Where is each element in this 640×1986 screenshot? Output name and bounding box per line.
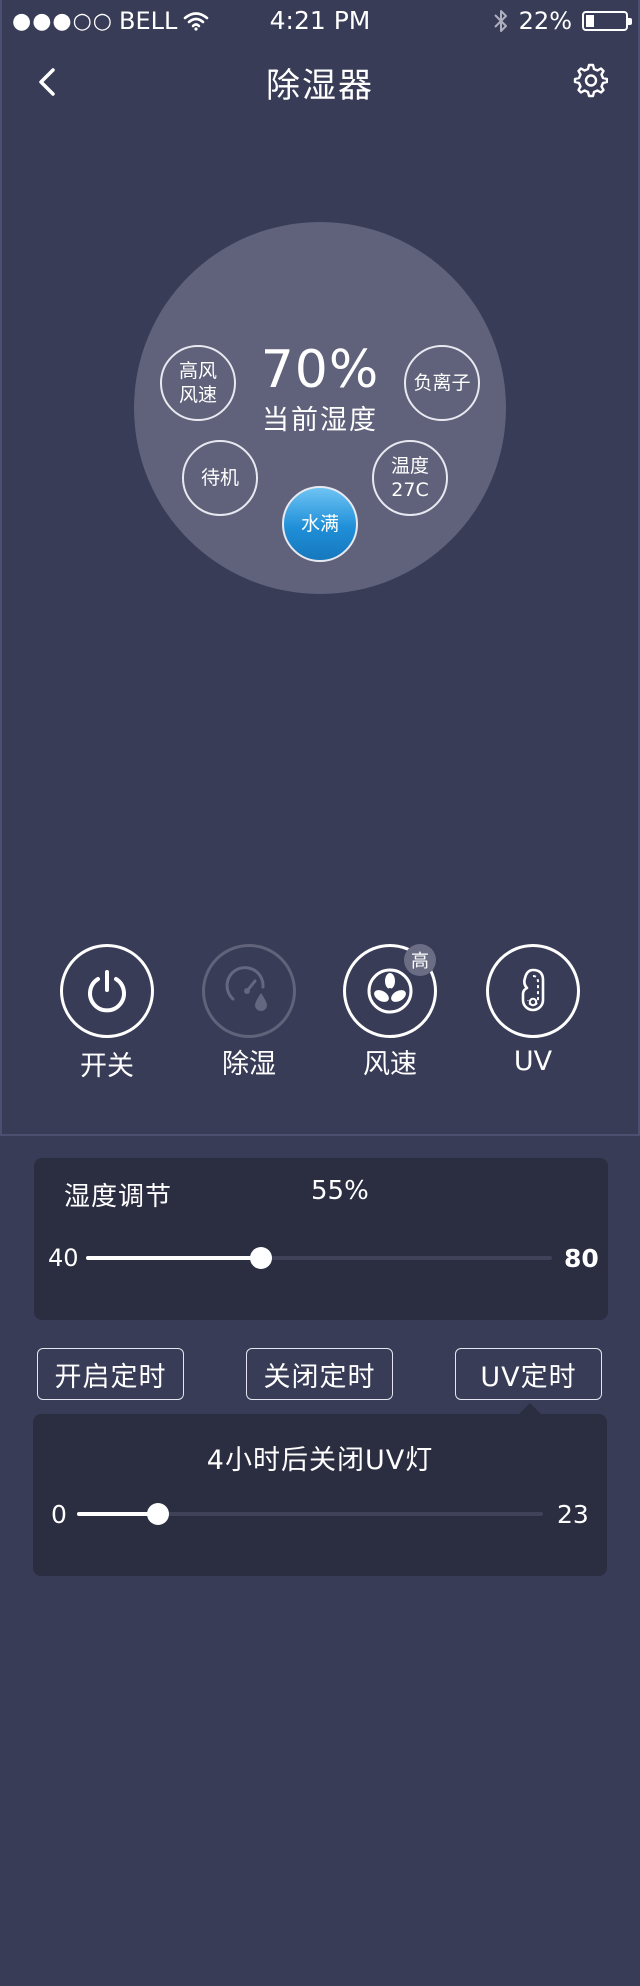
- uv-timer-card: 4小时后关闭UV灯 0 23: [33, 1414, 607, 1576]
- bluetooth-icon: [493, 10, 507, 32]
- temperature-caption: 温度: [390, 455, 429, 477]
- uv-timer-slider[interactable]: [77, 1503, 543, 1525]
- humidity-min-label: 40: [48, 1244, 79, 1272]
- temperature-value: 27C: [391, 479, 429, 501]
- current-humidity-label: 当前湿度: [262, 405, 378, 436]
- current-humidity-value: 70%: [260, 340, 380, 400]
- off-timer-button[interactable]: 关闭定时: [246, 1348, 393, 1400]
- fan-icon: [367, 968, 413, 1014]
- uv-timer-slider-fill: [77, 1512, 158, 1516]
- water-full-label: 水满: [300, 513, 339, 535]
- humidity-slider[interactable]: [86, 1247, 552, 1269]
- fan-speed-label: 风速: [363, 1049, 417, 1080]
- power-icon: [88, 970, 126, 1013]
- humidity-slider-thumb[interactable]: [250, 1247, 272, 1269]
- uv-timer-message: 4小时后关闭UV灯: [206, 1445, 434, 1476]
- fan-speed-badge: 高: [404, 944, 436, 976]
- battery-percent: 22%: [518, 7, 572, 35]
- gauge-drop-icon: [225, 966, 267, 1011]
- settings-button[interactable]: [572, 62, 609, 98]
- humidity-max-label: 80: [564, 1244, 599, 1273]
- uv-button[interactable]: [486, 944, 580, 1038]
- gear-icon: [573, 63, 609, 98]
- status-right: 22%: [493, 7, 632, 35]
- battery-icon: [582, 11, 632, 31]
- uv-timer-slider-thumb[interactable]: [147, 1503, 169, 1525]
- uv-timer-min-label: 0: [51, 1500, 67, 1529]
- standby-bubble: 待机: [182, 440, 258, 516]
- humidity-adjust-title: 湿度调节: [64, 1182, 173, 1212]
- water-full-bubble: 水满: [282, 486, 358, 562]
- temperature-bubble: 温度 27C: [372, 440, 448, 516]
- status-bar: ●●●○○ BELL 4:21 PM 22%: [0, 0, 640, 40]
- power-button[interactable]: [60, 944, 154, 1038]
- uv-lamp-icon: [521, 968, 545, 1012]
- humidity-slider-fill: [86, 1256, 261, 1260]
- dehumidify-label: 除湿: [222, 1049, 276, 1080]
- uv-label: UV: [513, 1046, 553, 1077]
- uv-timer-max-label: 23: [557, 1500, 589, 1529]
- humidity-adjust-card: 湿度调节 55% 40 80: [34, 1158, 608, 1320]
- page-title: 除湿器: [266, 66, 374, 106]
- dehumidify-button[interactable]: [202, 944, 296, 1038]
- on-timer-button[interactable]: 开启定时: [37, 1348, 184, 1400]
- fan-speed-mode: 高风: [178, 360, 217, 382]
- uv-timer-button[interactable]: UV定时: [455, 1348, 602, 1400]
- humidity-target-value: 55%: [311, 1176, 369, 1206]
- battery-level: [586, 15, 594, 27]
- fan-speed-caption: 风速: [178, 384, 217, 406]
- standby-label: 待机: [200, 467, 239, 489]
- power-label: 开关: [80, 1051, 134, 1082]
